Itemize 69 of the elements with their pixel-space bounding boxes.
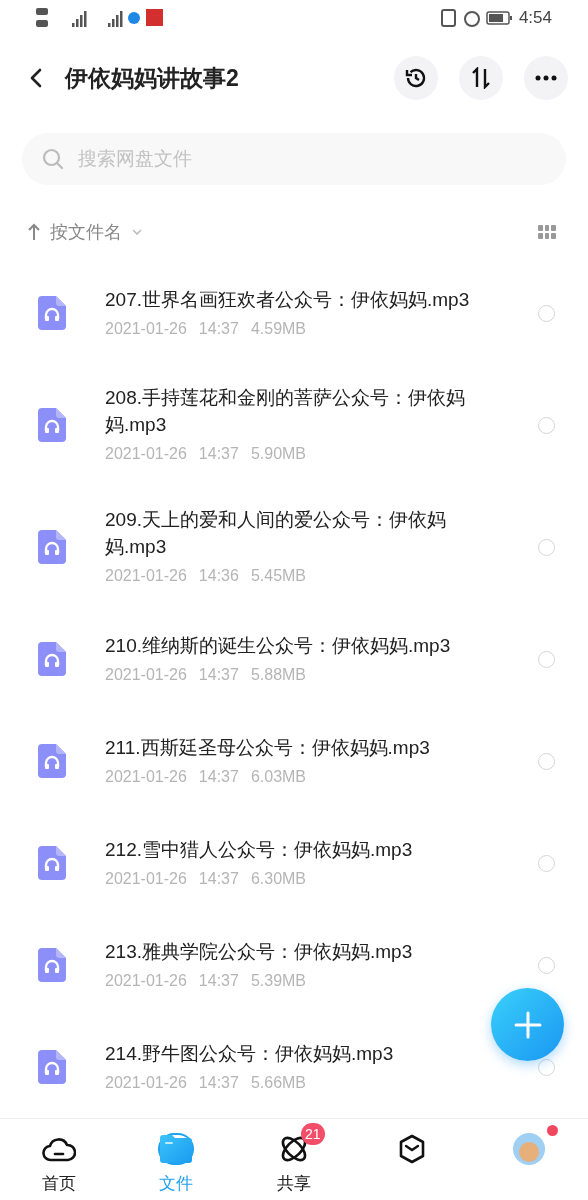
audio-file-icon xyxy=(38,846,66,880)
search-icon xyxy=(42,148,64,170)
avatar-icon xyxy=(512,1132,547,1166)
nav-tab[interactable]: 首页 xyxy=(0,1119,118,1200)
file-size: 5.90MB xyxy=(250,444,307,464)
notification-badge: 21 xyxy=(301,1123,325,1145)
file-size: 5.39MB xyxy=(250,970,307,991)
file-date: 2021-01-26 xyxy=(105,868,187,889)
hexagon-icon xyxy=(397,1134,426,1164)
sort-order-button[interactable] xyxy=(459,56,503,100)
file-size: 4.59MB xyxy=(250,318,307,339)
audio-file-icon xyxy=(38,408,66,442)
audio-file-icon xyxy=(38,1050,66,1084)
plus-icon xyxy=(513,1010,542,1039)
clock-time: 4:54 xyxy=(518,7,552,30)
file-row[interactable]: 208.手持莲花和金刚的菩萨公众号：伊依妈妈.mp3 2021-01-26 14:37 5.90MB xyxy=(0,364,588,486)
file-time: 14:37 xyxy=(198,444,239,464)
arrow-up-icon xyxy=(28,223,40,241)
file-date: 2021-01-26 xyxy=(105,970,187,991)
grid-view-button[interactable] xyxy=(538,225,556,239)
file-date: 2021-01-26 xyxy=(105,664,187,685)
file-size: 6.03MB xyxy=(250,766,307,787)
file-time: 14:37 xyxy=(198,970,239,991)
back-icon xyxy=(30,68,42,88)
history-icon xyxy=(404,66,428,90)
history-button[interactable] xyxy=(394,56,438,100)
file-row[interactable]: 207.世界名画狂欢者公众号：伊依妈妈.mp3 2021-01-26 14:37 4.59MB xyxy=(0,262,588,364)
file-row[interactable]: 213.雅典学院公众号：伊依妈妈.mp3 2021-01-26 14:37 5.39MB xyxy=(0,914,588,1016)
file-time: 14:37 xyxy=(198,766,239,787)
file-name: 209.天上的爱和人间的爱公众号：伊依妈妈.mp3 xyxy=(105,508,447,559)
more-button[interactable] xyxy=(524,56,568,100)
file-time: 14:37 xyxy=(198,1072,239,1093)
file-time: 14:36 xyxy=(198,566,239,586)
file-date: 2021-01-26 xyxy=(105,1072,187,1093)
more-icon xyxy=(535,75,557,81)
file-row[interactable]: 210.维纳斯的诞生公众号：伊依妈妈.mp3 2021-01-26 14:37 5.88MB xyxy=(0,608,588,710)
audio-file-icon xyxy=(38,948,66,982)
file-size: 5.88MB xyxy=(250,664,307,685)
chevron-down-icon xyxy=(132,229,142,235)
file-time: 14:37 xyxy=(198,868,239,889)
audio-file-icon xyxy=(38,296,66,330)
file-date: 2021-01-26 xyxy=(105,566,187,586)
add-button[interactable] xyxy=(491,988,564,1061)
file-name: 208.手持莲花和金刚的菩萨公众号：伊依妈妈.mp3 xyxy=(105,386,466,437)
file-size: 6.30MB xyxy=(250,868,307,889)
file-size: 5.45MB xyxy=(250,566,307,586)
file-date: 2021-01-26 xyxy=(105,318,187,339)
nav-tab[interactable]: 21 共享 xyxy=(235,1119,353,1200)
file-size: 5.66MB xyxy=(250,1072,307,1093)
file-date: 2021-01-26 xyxy=(105,444,187,464)
file-name: 212.雪中猎人公众号：伊依妈妈.mp3 xyxy=(105,837,414,862)
folder-icon xyxy=(160,1135,193,1163)
file-row[interactable]: 212.雪中猎人公众号：伊依妈妈.mp3 2021-01-26 14:37 6.30MB xyxy=(0,812,588,914)
file-name: 213.雅典学院公众号：伊依妈妈.mp3 xyxy=(105,939,414,964)
file-row[interactable]: 211.西斯廷圣母公众号：伊依妈妈.mp3 2021-01-26 14:37 6.03MB xyxy=(0,710,588,812)
sort-by-name-button[interactable]: 按文件名 xyxy=(28,218,142,246)
cloud-icon xyxy=(41,1135,76,1163)
file-row[interactable]: 209.天上的爱和人间的爱公众号：伊依妈妈.mp3 2021-01-26 14:36 5.45MB xyxy=(0,486,588,608)
file-time: 14:37 xyxy=(198,664,239,685)
audio-file-icon xyxy=(38,744,66,778)
folder-title: 伊依妈妈讲故事2 xyxy=(65,63,239,93)
file-name: 207.世界名画狂欢者公众号：伊依妈妈.mp3 xyxy=(105,287,471,312)
file-name: 210.维纳斯的诞生公众号：伊依妈妈.mp3 xyxy=(105,633,452,658)
file-date: 2021-01-26 xyxy=(105,766,187,787)
audio-file-icon xyxy=(38,530,66,564)
file-time: 14:37 xyxy=(198,318,239,339)
audio-file-icon xyxy=(38,642,66,676)
file-name: 211.西斯廷圣母公众号：伊依妈妈.mp3 xyxy=(105,735,431,760)
file-name: 214.野牛图公众号：伊依妈妈.mp3 xyxy=(105,1041,395,1066)
